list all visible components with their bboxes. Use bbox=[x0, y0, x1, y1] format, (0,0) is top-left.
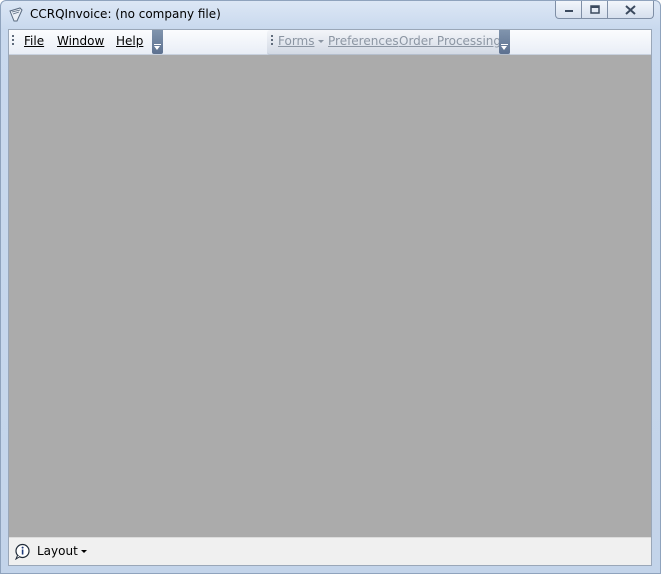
chevron-down-icon bbox=[501, 46, 507, 50]
title-bar[interactable]: CCRQInvoice: (no company file) bbox=[1, 1, 660, 29]
toolbar-forms[interactable]: Forms bbox=[278, 34, 325, 48]
menu-file[interactable]: File bbox=[24, 34, 44, 48]
menu-window[interactable]: Window bbox=[57, 34, 104, 48]
layout-label: Layout bbox=[37, 544, 78, 558]
toolbar-forms-label: Forms bbox=[278, 34, 315, 48]
app-logo-icon bbox=[9, 7, 23, 22]
maximize-button[interactable] bbox=[582, 1, 608, 19]
toolbar: Forms Preferences Order Processing bbox=[267, 30, 510, 55]
toolbar-preferences[interactable]: Preferences bbox=[328, 34, 399, 48]
menu-help[interactable]: Help bbox=[116, 34, 143, 48]
minimize-icon bbox=[564, 9, 573, 12]
toolbar-preferences-label: Preferences bbox=[328, 34, 399, 48]
menu-grip-handle[interactable] bbox=[12, 35, 14, 47]
window-title: CCRQInvoice: (no company file) bbox=[30, 7, 221, 21]
toolbar-overflow-button[interactable] bbox=[499, 30, 510, 54]
caption-buttons bbox=[555, 1, 654, 19]
client-area: File Window Help Forms Preferences Order… bbox=[8, 29, 652, 566]
status-bar: Layout bbox=[9, 537, 651, 565]
toolbar-grip-handle[interactable] bbox=[271, 35, 273, 47]
layout-dropdown[interactable]: Layout bbox=[37, 544, 87, 558]
menu-bar: File Window Help Forms Preferences Order… bbox=[9, 30, 651, 55]
menu-file-label: File bbox=[24, 34, 45, 48]
mdi-workspace bbox=[9, 55, 651, 538]
toolbar-order-processing[interactable]: Order Processing bbox=[399, 34, 501, 48]
dropdown-arrow-icon bbox=[318, 40, 325, 43]
close-button[interactable] bbox=[608, 1, 654, 19]
overflow-bar bbox=[154, 44, 161, 45]
menu-help-label: Help bbox=[116, 34, 144, 48]
chevron-down-icon bbox=[154, 46, 160, 50]
minimize-button[interactable] bbox=[555, 1, 582, 19]
menu-overflow-button[interactable] bbox=[152, 30, 163, 54]
menu-window-label: Window bbox=[57, 34, 105, 48]
overflow-bar bbox=[501, 44, 508, 45]
toolbar-order-processing-label: Order Processing bbox=[399, 34, 501, 48]
dropdown-arrow-icon bbox=[80, 550, 87, 553]
info-icon bbox=[15, 543, 30, 560]
close-icon bbox=[625, 4, 636, 15]
maximize-icon bbox=[589, 5, 600, 14]
app-window: CCRQInvoice: (no company file) File Wind… bbox=[0, 0, 661, 574]
